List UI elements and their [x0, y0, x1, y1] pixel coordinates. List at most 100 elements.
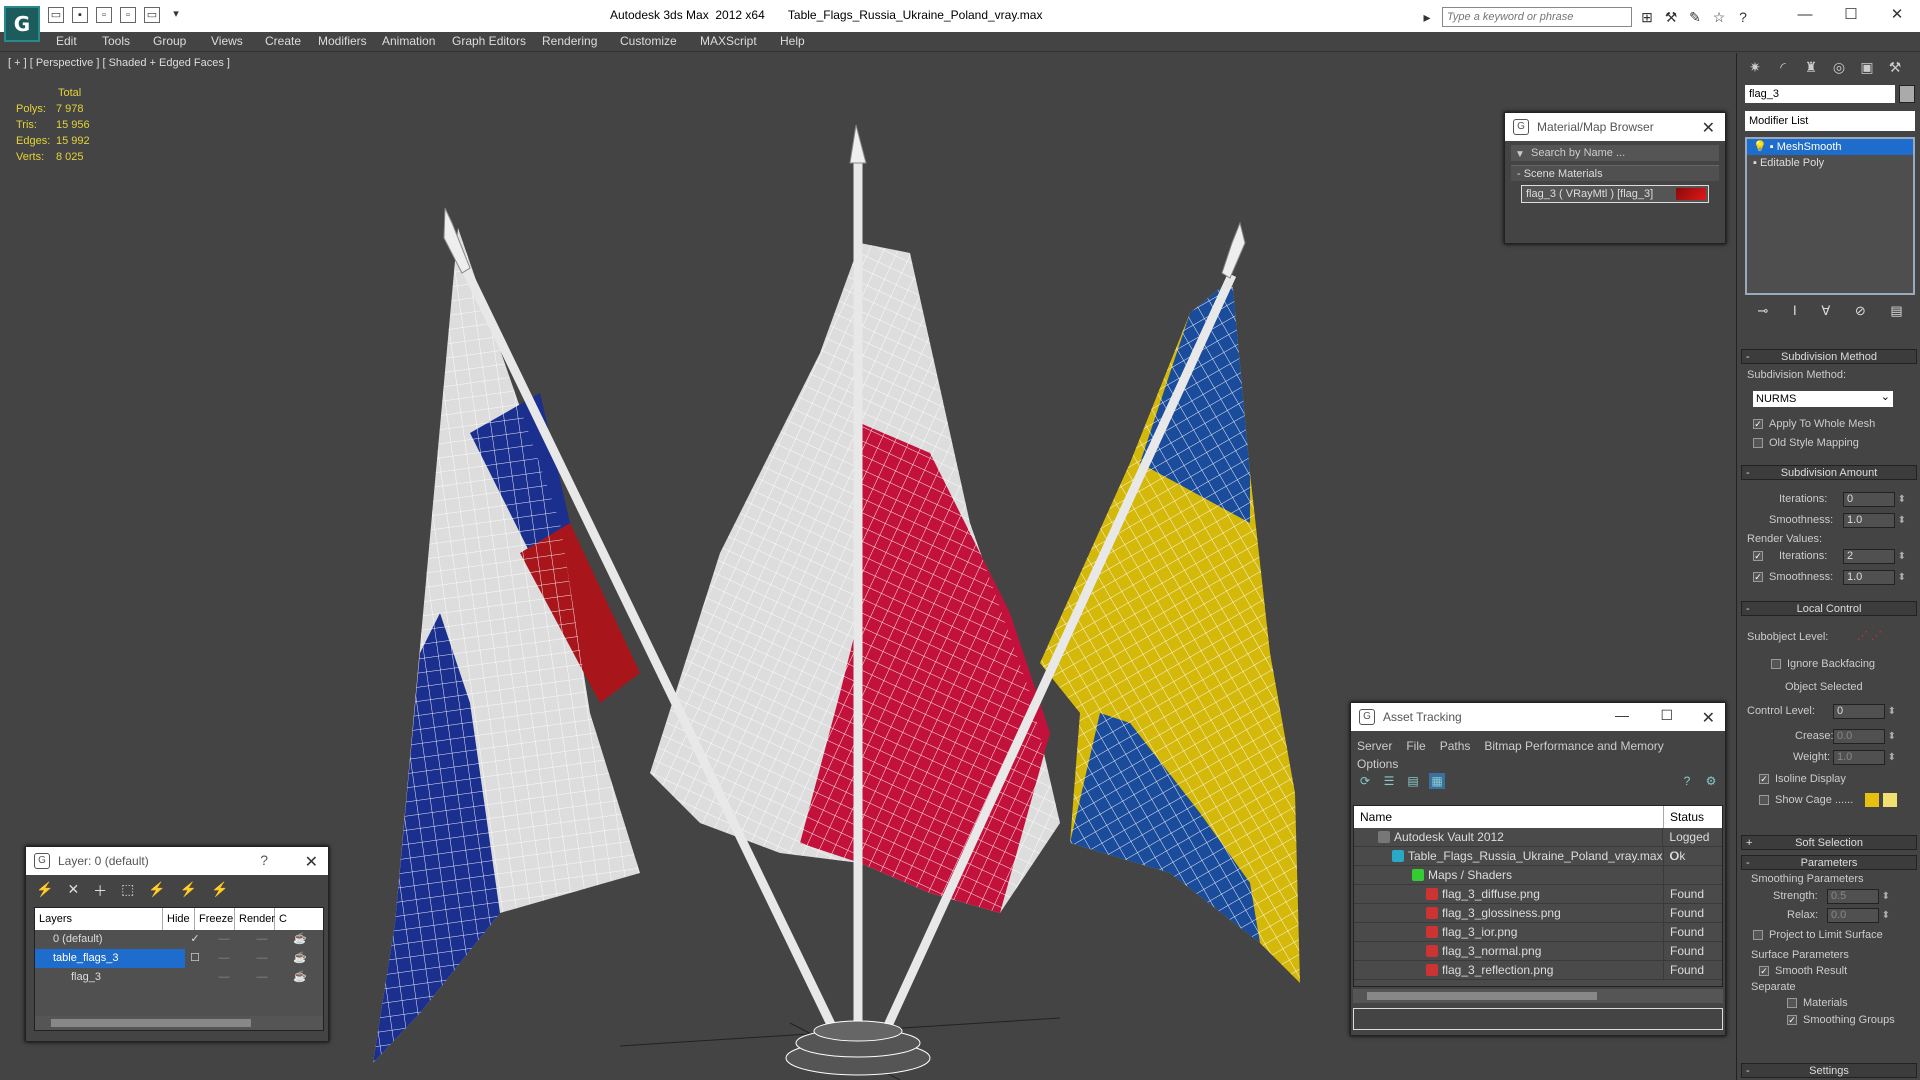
- save-icon[interactable]: ▪: [72, 7, 88, 23]
- hide-all-icon[interactable]: ⚡: [180, 881, 197, 897]
- freeze-toggle[interactable]: —: [243, 930, 281, 949]
- material-search-field[interactable]: ▼ Search by Name ...: [1511, 145, 1719, 161]
- close-icon[interactable]: ✕: [1702, 118, 1715, 138]
- col-layers[interactable]: Layers: [35, 908, 163, 930]
- asset-row[interactable]: Table_Flags_Russia_Ukraine_Poland_vray.m…: [1354, 847, 1722, 866]
- control-level-spinner[interactable]: 0: [1833, 704, 1896, 719]
- layer-row[interactable]: 0 (default) ✓ — — ☕: [35, 930, 323, 949]
- maximize-icon[interactable]: ☐: [1828, 0, 1874, 30]
- asset-row[interactable]: Autodesk Vault 2012 Logged O: [1354, 828, 1722, 863]
- at-menu-file[interactable]: File: [1406, 739, 1425, 753]
- highlight-layer-icon[interactable]: ⚡: [148, 881, 165, 897]
- menu-tools[interactable]: Tools: [102, 34, 130, 48]
- communication-icon[interactable]: ✎: [1686, 8, 1704, 26]
- col-freeze[interactable]: Freeze: [195, 908, 235, 930]
- asset-row[interactable]: Maps / Shaders: [1354, 866, 1722, 885]
- minimize-icon[interactable]: —: [1782, 0, 1828, 30]
- strength-spinner[interactable]: 0.5: [1827, 889, 1890, 904]
- qat-dropdown-icon[interactable]: ▾: [168, 7, 184, 23]
- add-to-layer-icon[interactable]: ＋: [93, 881, 107, 899]
- old-style-mapping-checkbox[interactable]: [1753, 438, 1763, 448]
- render-smoothness-checkbox[interactable]: ✓: [1753, 572, 1763, 582]
- close-icon[interactable]: ✕: [1874, 0, 1920, 30]
- close-icon[interactable]: ✕: [305, 852, 318, 872]
- current-layer-check[interactable]: ✓: [185, 930, 205, 949]
- layer-row[interactable]: flag_3— — ☕: [35, 968, 323, 987]
- show-cage-checkbox[interactable]: [1759, 795, 1769, 805]
- display-tab-icon[interactable]: ▣: [1857, 57, 1877, 77]
- favorites-star-icon[interactable]: ☆: [1710, 8, 1728, 26]
- asset-row[interactable]: flag_3_glossiness.png Found: [1354, 904, 1722, 923]
- asset-row[interactable]: flag_3_diffuse.png Found: [1354, 885, 1722, 904]
- rollout-soft-selection[interactable]: + Soft Selection: [1741, 835, 1917, 850]
- layer-row[interactable]: table_flags_3 ☐ — — ☕: [35, 949, 323, 968]
- layer-horizontal-scrollbar[interactable]: [35, 1016, 323, 1030]
- material-item-flag3[interactable]: flag_3 ( VRayMtl ) [flag_3]: [1521, 185, 1709, 203]
- make-unique-icon[interactable]: ∀: [1821, 303, 1830, 323]
- show-end-result-icon[interactable]: Ⅰ: [1793, 303, 1797, 323]
- menu-help[interactable]: Help: [780, 34, 805, 48]
- configure-sets-icon[interactable]: ▤: [1890, 303, 1902, 323]
- table-view-icon[interactable]: ▦: [1429, 773, 1445, 789]
- rollout-subdivision-method[interactable]: - Subdivision Method: [1741, 349, 1917, 364]
- relax-spinner[interactable]: 0.0: [1827, 908, 1890, 923]
- freeze-toggle[interactable]: —: [243, 949, 281, 968]
- hide-toggle[interactable]: —: [205, 949, 243, 968]
- cage-color-swatch-2[interactable]: [1883, 793, 1897, 807]
- render-iterations-spinner[interactable]: 2: [1843, 549, 1906, 564]
- create-tab-icon[interactable]: ✷: [1745, 57, 1765, 77]
- object-color-swatch[interactable]: [1899, 85, 1915, 103]
- menu-group[interactable]: Group: [153, 34, 186, 48]
- render-smoothness-spinner[interactable]: 1.0: [1843, 570, 1906, 585]
- help-search-input[interactable]: [1442, 7, 1632, 27]
- hierarchy-tab-icon[interactable]: ♜: [1801, 57, 1821, 77]
- utilities-tab-icon[interactable]: ⚒: [1885, 57, 1905, 77]
- rollout-settings[interactable]: - Settings: [1741, 1063, 1917, 1078]
- layer-manager-titlebar[interactable]: G Layer: 0 (default) ? ✕: [26, 847, 328, 875]
- scroll-thumb[interactable]: [1367, 992, 1597, 1000]
- current-layer-check[interactable]: [185, 968, 205, 987]
- asset-horizontal-scrollbar[interactable]: [1353, 989, 1723, 1003]
- stack-item-meshsmooth[interactable]: 💡 ▪ MeshSmooth: [1747, 139, 1913, 155]
- motion-tab-icon[interactable]: ◎: [1829, 57, 1849, 77]
- menu-edit[interactable]: Edit: [56, 34, 77, 48]
- asset-tracking-titlebar[interactable]: G Asset Tracking — ☐ ✕: [1351, 703, 1725, 731]
- detail-view-icon[interactable]: ▤: [1405, 773, 1421, 789]
- iterations-spinner[interactable]: 0: [1843, 492, 1906, 507]
- weight-spinner[interactable]: 1.0: [1833, 750, 1896, 765]
- menu-customize[interactable]: Customize: [620, 34, 677, 48]
- materials-checkbox[interactable]: [1787, 998, 1797, 1008]
- menu-graph-editors[interactable]: Graph Editors: [452, 34, 526, 48]
- app-logo-icon[interactable]: G: [4, 6, 40, 42]
- menu-create[interactable]: Create: [265, 34, 301, 48]
- modify-tab-icon[interactable]: ◜: [1773, 57, 1793, 77]
- remove-modifier-icon[interactable]: ⊘: [1855, 303, 1866, 323]
- menu-rendering[interactable]: Rendering: [542, 34, 597, 48]
- at-menu-bitmap[interactable]: Bitmap Performance and Memory: [1484, 739, 1663, 753]
- scroll-thumb[interactable]: [51, 1019, 251, 1027]
- rollout-local-control[interactable]: - Local Control: [1741, 601, 1917, 616]
- smooth-result-checkbox[interactable]: ✓: [1759, 966, 1769, 976]
- vertex-edge-icons[interactable]: ⋰ ⋰: [1857, 629, 1882, 642]
- project-limit-checkbox[interactable]: [1753, 930, 1763, 940]
- col-status[interactable]: Status: [1664, 806, 1704, 828]
- object-name-field[interactable]: flag_3: [1745, 85, 1895, 103]
- asset-row[interactable]: flag_3_reflection.png Found: [1354, 961, 1722, 980]
- refresh-icon[interactable]: ⟳: [1357, 773, 1373, 789]
- render-teapot-icon[interactable]: ☕: [281, 949, 319, 968]
- hide-toggle[interactable]: —: [205, 968, 243, 987]
- smoothness-spinner[interactable]: 1.0: [1843, 513, 1906, 528]
- crease-spinner[interactable]: 0.0: [1833, 729, 1896, 744]
- menu-animation[interactable]: Animation: [382, 34, 435, 48]
- col-render[interactable]: Render: [235, 908, 275, 930]
- close-icon[interactable]: ✕: [1702, 708, 1715, 728]
- asset-row[interactable]: flag_3_normal.png Found: [1354, 942, 1722, 961]
- hide-toggle[interactable]: —: [205, 930, 243, 949]
- rollout-parameters[interactable]: - Parameters: [1741, 855, 1917, 870]
- help-icon[interactable]: ?: [1679, 773, 1695, 789]
- freeze-all-icon[interactable]: ⚡: [211, 881, 228, 897]
- at-menu-options[interactable]: Options: [1357, 757, 1398, 771]
- expand-arrow-icon[interactable]: ▸: [1418, 8, 1436, 26]
- isoline-display-checkbox[interactable]: ✓: [1759, 774, 1769, 784]
- current-layer-check[interactable]: ☐: [185, 949, 205, 968]
